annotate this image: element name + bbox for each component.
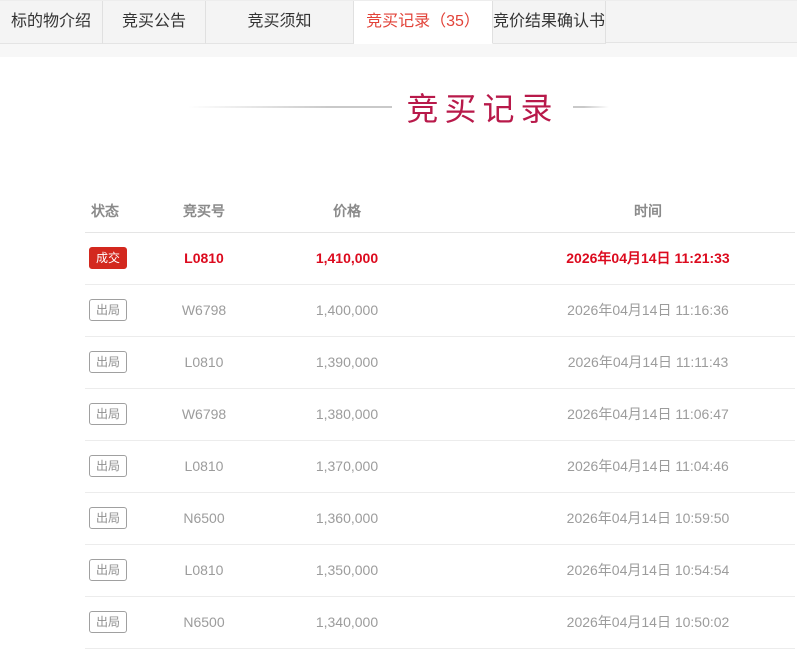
tab-2[interactable]: 竞买公告 [103, 1, 206, 44]
table-header-row: 状态 竞买号 价格 时间 [85, 190, 795, 233]
bid-record-row: 出局 N6500 1,360,000 2026年04月14日 10:59:50 [85, 492, 795, 545]
status-cell: 成交 [85, 232, 149, 285]
bid-time: 2026年04月14日 11:16:36 [435, 284, 795, 337]
status-badge: 出局 [89, 507, 128, 529]
bidder-number: N6500 [149, 596, 259, 649]
bid-record-row: 出局 W6798 1,400,000 2026年04月14日 11:16:36 [85, 284, 795, 337]
bidder-number: L0810 [149, 440, 259, 493]
bid-price: 1,400,000 [259, 284, 435, 337]
status-cell: 出局 [85, 284, 149, 337]
bid-time: 2026年04月14日 11:11:43 [435, 336, 795, 389]
bidder-number: L0810 [149, 232, 259, 285]
tab-3[interactable]: 竞买须知 [206, 1, 354, 44]
bid-time: 2026年04月14日 10:59:50 [435, 492, 795, 545]
bidder-number: W6798 [149, 284, 259, 337]
bid-record-table: 状态 竞买号 价格 时间 成交 L0810 1,410,000 2026年04月… [85, 190, 795, 649]
bid-table-body: 成交 L0810 1,410,000 2026年04月14日 11:21:33 … [85, 232, 795, 649]
column-header-bidder: 竞买号 [149, 190, 259, 233]
tab-5[interactable]: 竞价结果确认书 [493, 1, 607, 44]
column-header-price: 价格 [259, 190, 435, 233]
bidder-number: N6500 [149, 492, 259, 545]
status-badge: 出局 [89, 559, 128, 581]
tab-bar: 标的物介绍 竞买公告 竞买须知 竞买记录（35） 竞价结果确认书 [0, 0, 797, 44]
bid-time: 2026年04月14日 11:04:46 [435, 440, 795, 493]
bid-price: 1,350,000 [259, 544, 435, 597]
bid-record-row: 出局 L0810 1,370,000 2026年04月14日 11:04:46 [85, 440, 795, 493]
title-rule-right [572, 106, 609, 108]
bid-price: 1,380,000 [259, 388, 435, 441]
bid-price: 1,340,000 [259, 596, 435, 649]
status-cell: 出局 [85, 388, 149, 441]
tab-4[interactable]: 竞买记录（35） [354, 1, 493, 44]
bidder-number: W6798 [149, 388, 259, 441]
status-cell: 出局 [85, 544, 149, 597]
bid-price: 1,390,000 [259, 336, 435, 389]
bidder-number: L0810 [149, 336, 259, 389]
bid-time: 2026年04月14日 10:54:54 [435, 544, 795, 597]
bid-record-row: 出局 L0810 1,350,000 2026年04月14日 10:54:54 [85, 544, 795, 597]
status-badge: 成交 [89, 247, 128, 269]
bid-time: 2026年04月14日 11:06:47 [435, 388, 795, 441]
status-badge: 出局 [89, 351, 128, 373]
tab-1[interactable]: 标的物介绍 [0, 1, 103, 44]
page-title: 竞买记录 [406, 91, 559, 127]
status-cell: 出局 [85, 596, 149, 649]
status-badge: 出局 [89, 299, 128, 321]
bid-record-row: 成交 L0810 1,410,000 2026年04月14日 11:21:33 [85, 232, 795, 285]
status-badge: 出局 [89, 611, 128, 633]
bid-price: 1,370,000 [259, 440, 435, 493]
bid-time: 2026年04月14日 11:21:33 [435, 232, 795, 285]
bid-record-row: 出局 L0810 1,390,000 2026年04月14日 11:11:43 [85, 336, 795, 389]
title-block: 竞买记录 [0, 85, 797, 129]
status-badge: 出局 [89, 455, 128, 477]
status-cell: 出局 [85, 336, 149, 389]
bid-price: 1,360,000 [259, 492, 435, 545]
column-header-status: 状态 [85, 190, 149, 233]
bid-price: 1,410,000 [259, 232, 435, 285]
tab-bar-filler [606, 1, 797, 43]
column-header-time: 时间 [435, 190, 795, 233]
status-badge: 出局 [89, 403, 128, 425]
title-rule-left [188, 106, 393, 108]
status-cell: 出局 [85, 492, 149, 545]
bidder-number: L0810 [149, 544, 259, 597]
status-cell: 出局 [85, 440, 149, 493]
bid-time: 2026年04月14日 10:50:02 [435, 596, 795, 649]
section-gap [0, 43, 797, 57]
bid-record-row: 出局 N6500 1,340,000 2026年04月14日 10:50:02 [85, 596, 795, 649]
bid-record-row: 出局 W6798 1,380,000 2026年04月14日 11:06:47 [85, 388, 795, 441]
